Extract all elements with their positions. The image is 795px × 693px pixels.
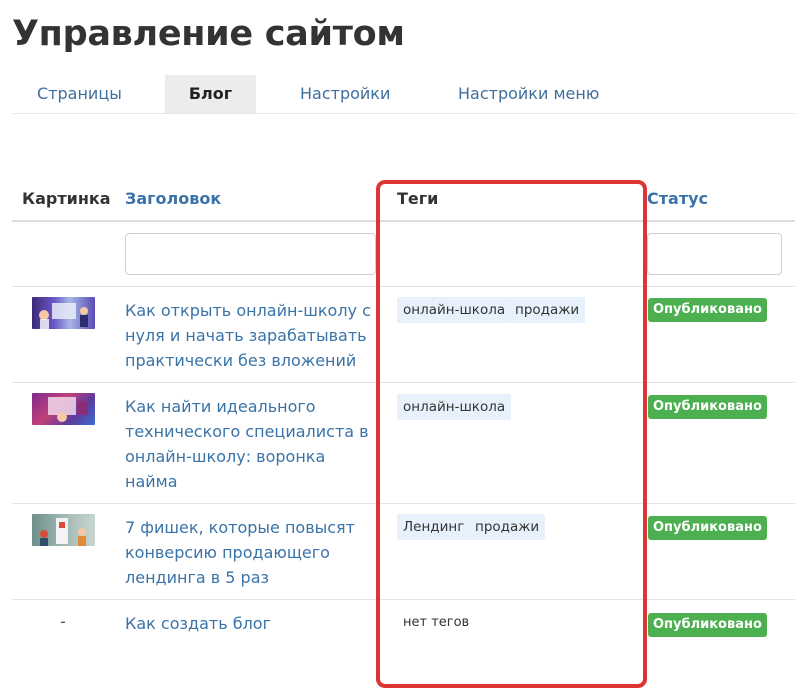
tag-chip[interactable]: продажи (509, 297, 586, 323)
post-title-link[interactable]: Как создать блог (125, 611, 375, 636)
row-divider (12, 503, 795, 504)
tags-column-highlight (376, 180, 647, 688)
status-badge: Опубликовано (648, 395, 767, 419)
tag-chip[interactable]: продажи (469, 514, 546, 540)
post-title-link[interactable]: 7 фишек, которые повысят конверсию прода… (125, 515, 375, 590)
header-image: Картинка (22, 189, 111, 208)
row-divider (12, 382, 795, 383)
tab-bar: Страницы Блог Настройки Настройки меню (12, 75, 795, 114)
header-status[interactable]: Статус (647, 188, 708, 210)
title-filter-input[interactable] (125, 233, 376, 275)
post-thumbnail (32, 297, 95, 329)
status-badge: Опубликовано (648, 516, 767, 540)
status-badge: Опубликовано (648, 298, 767, 322)
post-thumbnail (32, 393, 95, 425)
tab-pages[interactable]: Страницы (37, 75, 122, 113)
post-title-link[interactable]: Как найти идеального технического специа… (125, 394, 375, 494)
no-image-placeholder: - (60, 612, 66, 631)
no-tags-text: нет тегов (403, 615, 470, 630)
tag-chip[interactable]: Лендинг (397, 514, 471, 540)
post-thumbnail (32, 514, 95, 546)
status-badge: Опубликовано (648, 613, 767, 637)
header-title[interactable]: Заголовок (125, 188, 221, 210)
tab-settings[interactable]: Настройки (300, 75, 390, 113)
tab-blog[interactable]: Блог (165, 75, 256, 113)
post-title-link[interactable]: Как открыть онлайн-школу с нуля и начать… (125, 298, 375, 373)
tag-chip[interactable]: онлайн-школа (397, 394, 512, 420)
page-title: Управление сайтом (12, 14, 405, 54)
row-divider (12, 599, 795, 600)
status-filter-input[interactable] (647, 233, 782, 275)
row-divider (12, 286, 795, 287)
tag-chip[interactable]: онлайн-школа (397, 297, 512, 323)
header-divider (12, 220, 795, 222)
tab-menu-settings[interactable]: Настройки меню (458, 75, 599, 113)
header-tags: Теги (397, 189, 439, 208)
